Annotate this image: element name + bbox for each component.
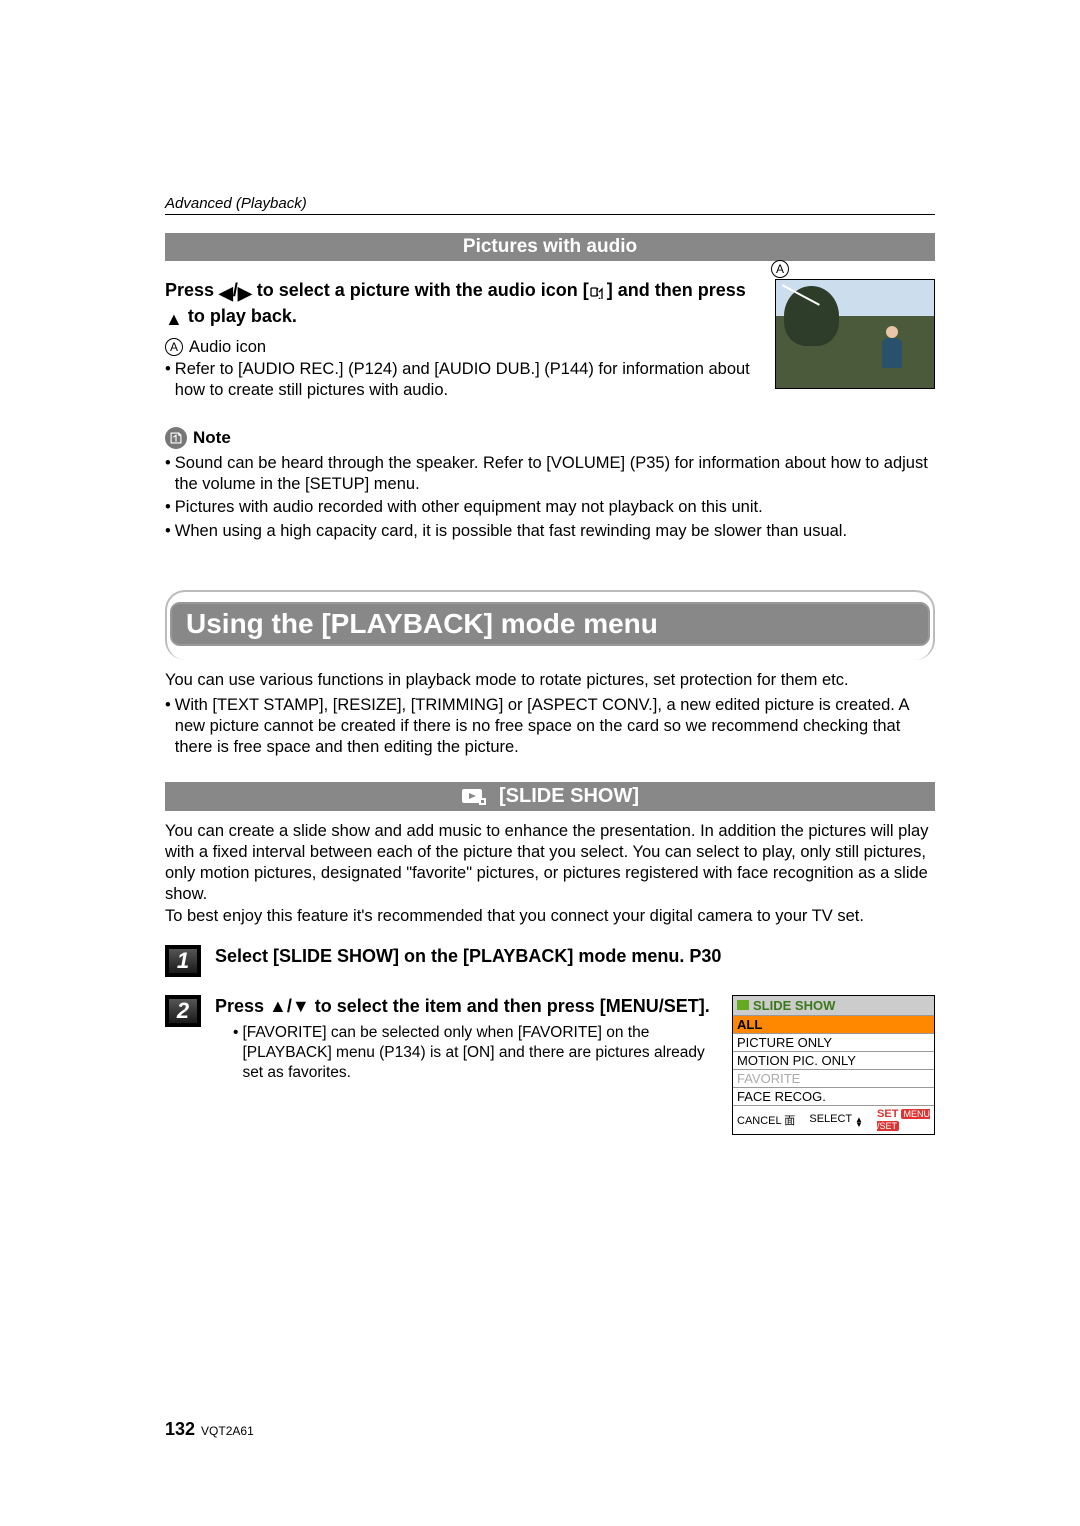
callout-a-on-thumb: A [771, 260, 789, 278]
note-label: Note [193, 428, 231, 448]
callout-letter-a: A [165, 338, 183, 356]
right-triangle-icon: ▶ [238, 282, 252, 305]
legend-audio-icon: Audio icon [189, 338, 266, 357]
sample-photo-thumbnail [775, 279, 935, 389]
playback-intro-bullet: With [TEXT STAMP], [RESIZE], [TRIMMING] … [175, 695, 935, 758]
breadcrumb: Advanced (Playback) [165, 195, 935, 215]
instruction-line: Press ◀/▶ to select a picture with the a… [165, 279, 755, 330]
lcd-row-picture-only[interactable]: PICTURE ONLY [733, 1033, 934, 1051]
step-number-1: 1 [165, 945, 201, 977]
step-1-text: Select [SLIDE SHOW] on the [PLAYBACK] mo… [215, 945, 935, 968]
playback-icon [737, 1000, 749, 1010]
banner-frame: Using the [PLAYBACK] mode menu [165, 590, 935, 660]
audio-note-icon [589, 282, 607, 305]
step-number-2: 2 [165, 995, 201, 1027]
lcd-header: SLIDE SHOW [733, 996, 934, 1015]
lcd-row-all[interactable]: ALL [733, 1015, 934, 1033]
down-triangle-icon: ▼ [292, 996, 310, 1016]
lcd-row-motion-pic-only[interactable]: MOTION PIC. ONLY [733, 1051, 934, 1069]
up-triangle-icon: ▲ [269, 996, 287, 1016]
up-triangle-icon: ▲ [165, 308, 183, 331]
lcd-row-face-recog[interactable]: FACE RECOG. [733, 1087, 934, 1105]
step-2-text: Press ▲/▼ to select the item and then pr… [215, 995, 714, 1018]
slide-para-2: To best enjoy this feature it's recommen… [165, 906, 935, 927]
section-title-pictures-audio: Pictures with audio [165, 233, 935, 261]
lcd-slide-show-menu: SLIDE SHOW ALL PICTURE ONLY MOTION PIC. … [732, 995, 935, 1135]
note-icon [165, 427, 187, 449]
lcd-footer: CANCEL 面 SELECT ▲▼ SET MENU/SET [733, 1105, 934, 1134]
note-bullet-1: Sound can be heard through the speaker. … [175, 453, 935, 495]
playback-slide-icon [461, 788, 487, 806]
step-2-bullet: [FAVORITE] can be selected only when [FA… [242, 1023, 714, 1082]
section-title-slide-show: [SLIDE SHOW] [165, 782, 935, 811]
bullet-audio-ref: Refer to [AUDIO REC.] (P124) and [AUDIO … [175, 359, 755, 401]
left-triangle-icon: ◀ [219, 282, 233, 305]
cancel-icon: 面 [784, 1115, 795, 1127]
slide-para-1: You can create a slide show and add musi… [165, 821, 935, 905]
updown-icon: ▲▼ [855, 1117, 863, 1127]
note-bullet-2: Pictures with audio recorded with other … [175, 497, 935, 518]
lcd-row-favorite[interactable]: FAVORITE [733, 1069, 934, 1087]
banner-playback-mode-menu: Using the [PLAYBACK] mode menu [170, 602, 930, 646]
note-bullet-3: When using a high capacity card, it is p… [175, 521, 935, 542]
page-footer: 132VQT2A61 [165, 1419, 254, 1440]
playback-intro-para: You can use various functions in playbac… [165, 670, 935, 691]
